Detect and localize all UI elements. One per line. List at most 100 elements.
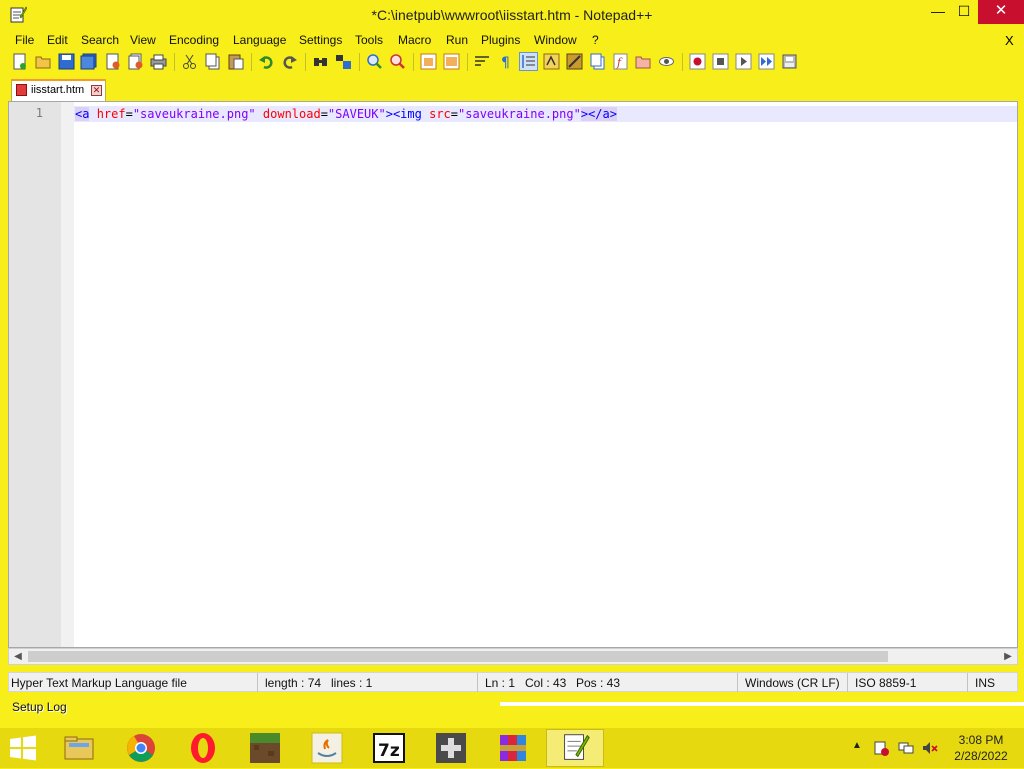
gamepad-icon[interactable] (422, 729, 480, 767)
svg-text:7z: 7z (378, 741, 400, 761)
doc-map-icon[interactable] (566, 53, 583, 70)
notepadpp-taskbar-button[interactable] (546, 729, 604, 767)
system-clock[interactable]: 3:08 PM 2/28/2022 (946, 732, 1016, 764)
code-token: > (385, 107, 393, 121)
unsaved-file-icon (16, 84, 27, 96)
code-token: <img (392, 107, 422, 121)
paste-icon[interactable] (227, 53, 244, 70)
undo-icon[interactable] (258, 53, 275, 70)
status-separator (477, 673, 478, 692)
save-all-icon[interactable] (80, 53, 97, 70)
minecraft-icon[interactable] (236, 729, 294, 767)
status-separator (967, 673, 968, 692)
close-document-button[interactable]: X (1005, 33, 1014, 48)
menu-view[interactable]: View (130, 33, 156, 47)
code-token: src (429, 107, 451, 121)
status-length: length : 74 (265, 676, 322, 690)
setup-log-bar: Setup Log (0, 698, 1024, 728)
tab-close-icon[interactable]: ✕ (91, 85, 102, 96)
playback-icon[interactable] (735, 53, 752, 70)
setup-log-label[interactable]: Setup Log (12, 700, 67, 714)
setup-log-line (500, 702, 1024, 706)
close-all-icon[interactable] (127, 53, 144, 70)
status-separator (847, 673, 848, 692)
save-macro-icon[interactable] (781, 53, 798, 70)
status-eol[interactable]: Windows (CR LF) (745, 676, 840, 690)
code-token: "SAVEUK" (327, 107, 386, 121)
scroll-right-icon[interactable]: ▶ (1001, 650, 1015, 664)
sync-horizontal-icon[interactable] (443, 53, 460, 70)
user-language-icon[interactable] (543, 53, 560, 70)
menu-tools[interactable]: Tools (355, 33, 383, 47)
code-token: = (125, 107, 133, 121)
word-wrap-icon[interactable] (474, 53, 491, 70)
function-list-icon[interactable]: f (612, 53, 629, 70)
menu-encoding[interactable]: Encoding (169, 33, 219, 47)
network-icon[interactable] (898, 740, 914, 756)
monitoring-icon[interactable] (658, 53, 675, 70)
menu-plugins[interactable]: Plugins (481, 33, 520, 47)
status-ln: Ln : 1 (485, 676, 516, 690)
toolbar: ¶ f (8, 51, 1018, 73)
redo-icon[interactable] (281, 53, 298, 70)
menu-file[interactable]: File (15, 33, 34, 47)
print-icon[interactable] (150, 53, 167, 70)
7zip-icon[interactable]: 7z (360, 729, 418, 767)
copy-icon[interactable] (204, 53, 221, 70)
action-center-icon[interactable] (873, 740, 889, 756)
folder-workspace-icon[interactable] (635, 53, 652, 70)
chrome-icon[interactable] (112, 729, 170, 767)
status-pos: Pos : 43 (576, 676, 621, 690)
scroll-left-icon[interactable]: ◀ (11, 650, 25, 664)
record-macro-icon[interactable] (689, 53, 706, 70)
close-icon[interactable] (104, 53, 121, 70)
java-icon[interactable] (298, 729, 356, 767)
show-all-chars-icon[interactable]: ¶ (497, 53, 514, 70)
editor[interactable]: 1 <a href="saveukraine.png" download="SA… (8, 101, 1018, 648)
windows-start-icon[interactable] (6, 733, 40, 763)
code-token: download (262, 107, 321, 121)
title-bar[interactable]: *C:\inetpub\wwwroot\iisstart.htm - Notep… (0, 0, 1024, 30)
sync-vertical-icon[interactable] (420, 53, 437, 70)
stop-record-icon[interactable] (712, 53, 729, 70)
menu-run[interactable]: Run (446, 33, 468, 47)
tab-iisstart[interactable]: iisstart.htm ✕ (11, 79, 106, 101)
cut-icon[interactable] (181, 53, 198, 70)
status-insert-mode: INS (975, 676, 996, 690)
close-window-button[interactable]: ✕ (978, 0, 1024, 24)
zoom-out-icon[interactable] (389, 53, 406, 70)
scroll-thumb[interactable] (28, 651, 888, 662)
code-line[interactable]: <a href="saveukraine.png" download="SAVE… (75, 106, 617, 122)
indent-guide-icon[interactable] (519, 52, 538, 71)
maximize-button[interactable]: ☐ (948, 0, 980, 24)
menu-search[interactable]: Search (81, 33, 119, 47)
volume-muted-icon[interactable] (922, 740, 938, 756)
menu-edit[interactable]: Edit (47, 33, 68, 47)
opera-icon[interactable] (174, 729, 232, 767)
menu-window[interactable]: Window (534, 33, 577, 47)
new-file-icon[interactable] (11, 53, 28, 70)
fold-margin[interactable] (61, 102, 74, 647)
code-area[interactable]: <a href="saveukraine.png" download="SAVE… (74, 102, 1017, 647)
run-macro-multiple-icon[interactable] (758, 53, 775, 70)
find-icon[interactable] (312, 53, 329, 70)
document-list-icon[interactable] (589, 53, 606, 70)
horizontal-scrollbar[interactable]: ◀ ▶ (8, 648, 1018, 665)
zoom-in-icon[interactable] (366, 53, 383, 70)
menu-settings[interactable]: Settings (299, 33, 342, 47)
open-file-icon[interactable] (35, 53, 52, 70)
replace-icon[interactable] (335, 53, 352, 70)
code-token: "saveukraine.png" (132, 107, 256, 121)
save-icon[interactable] (58, 53, 75, 70)
show-hidden-icons-chevron[interactable]: ▲ (852, 740, 862, 751)
menu-macro[interactable]: Macro (398, 33, 431, 47)
line-number-gutter: 1 (9, 102, 61, 647)
code-token: <a (75, 107, 90, 121)
tab-label: iisstart.htm (31, 84, 85, 96)
menu-help[interactable]: ? (592, 33, 599, 47)
status-encoding[interactable]: ISO 8859-1 (855, 676, 916, 690)
menu-language[interactable]: Language (233, 33, 286, 47)
file-explorer-icon[interactable] (50, 729, 108, 767)
winrar-icon[interactable] (484, 729, 542, 767)
